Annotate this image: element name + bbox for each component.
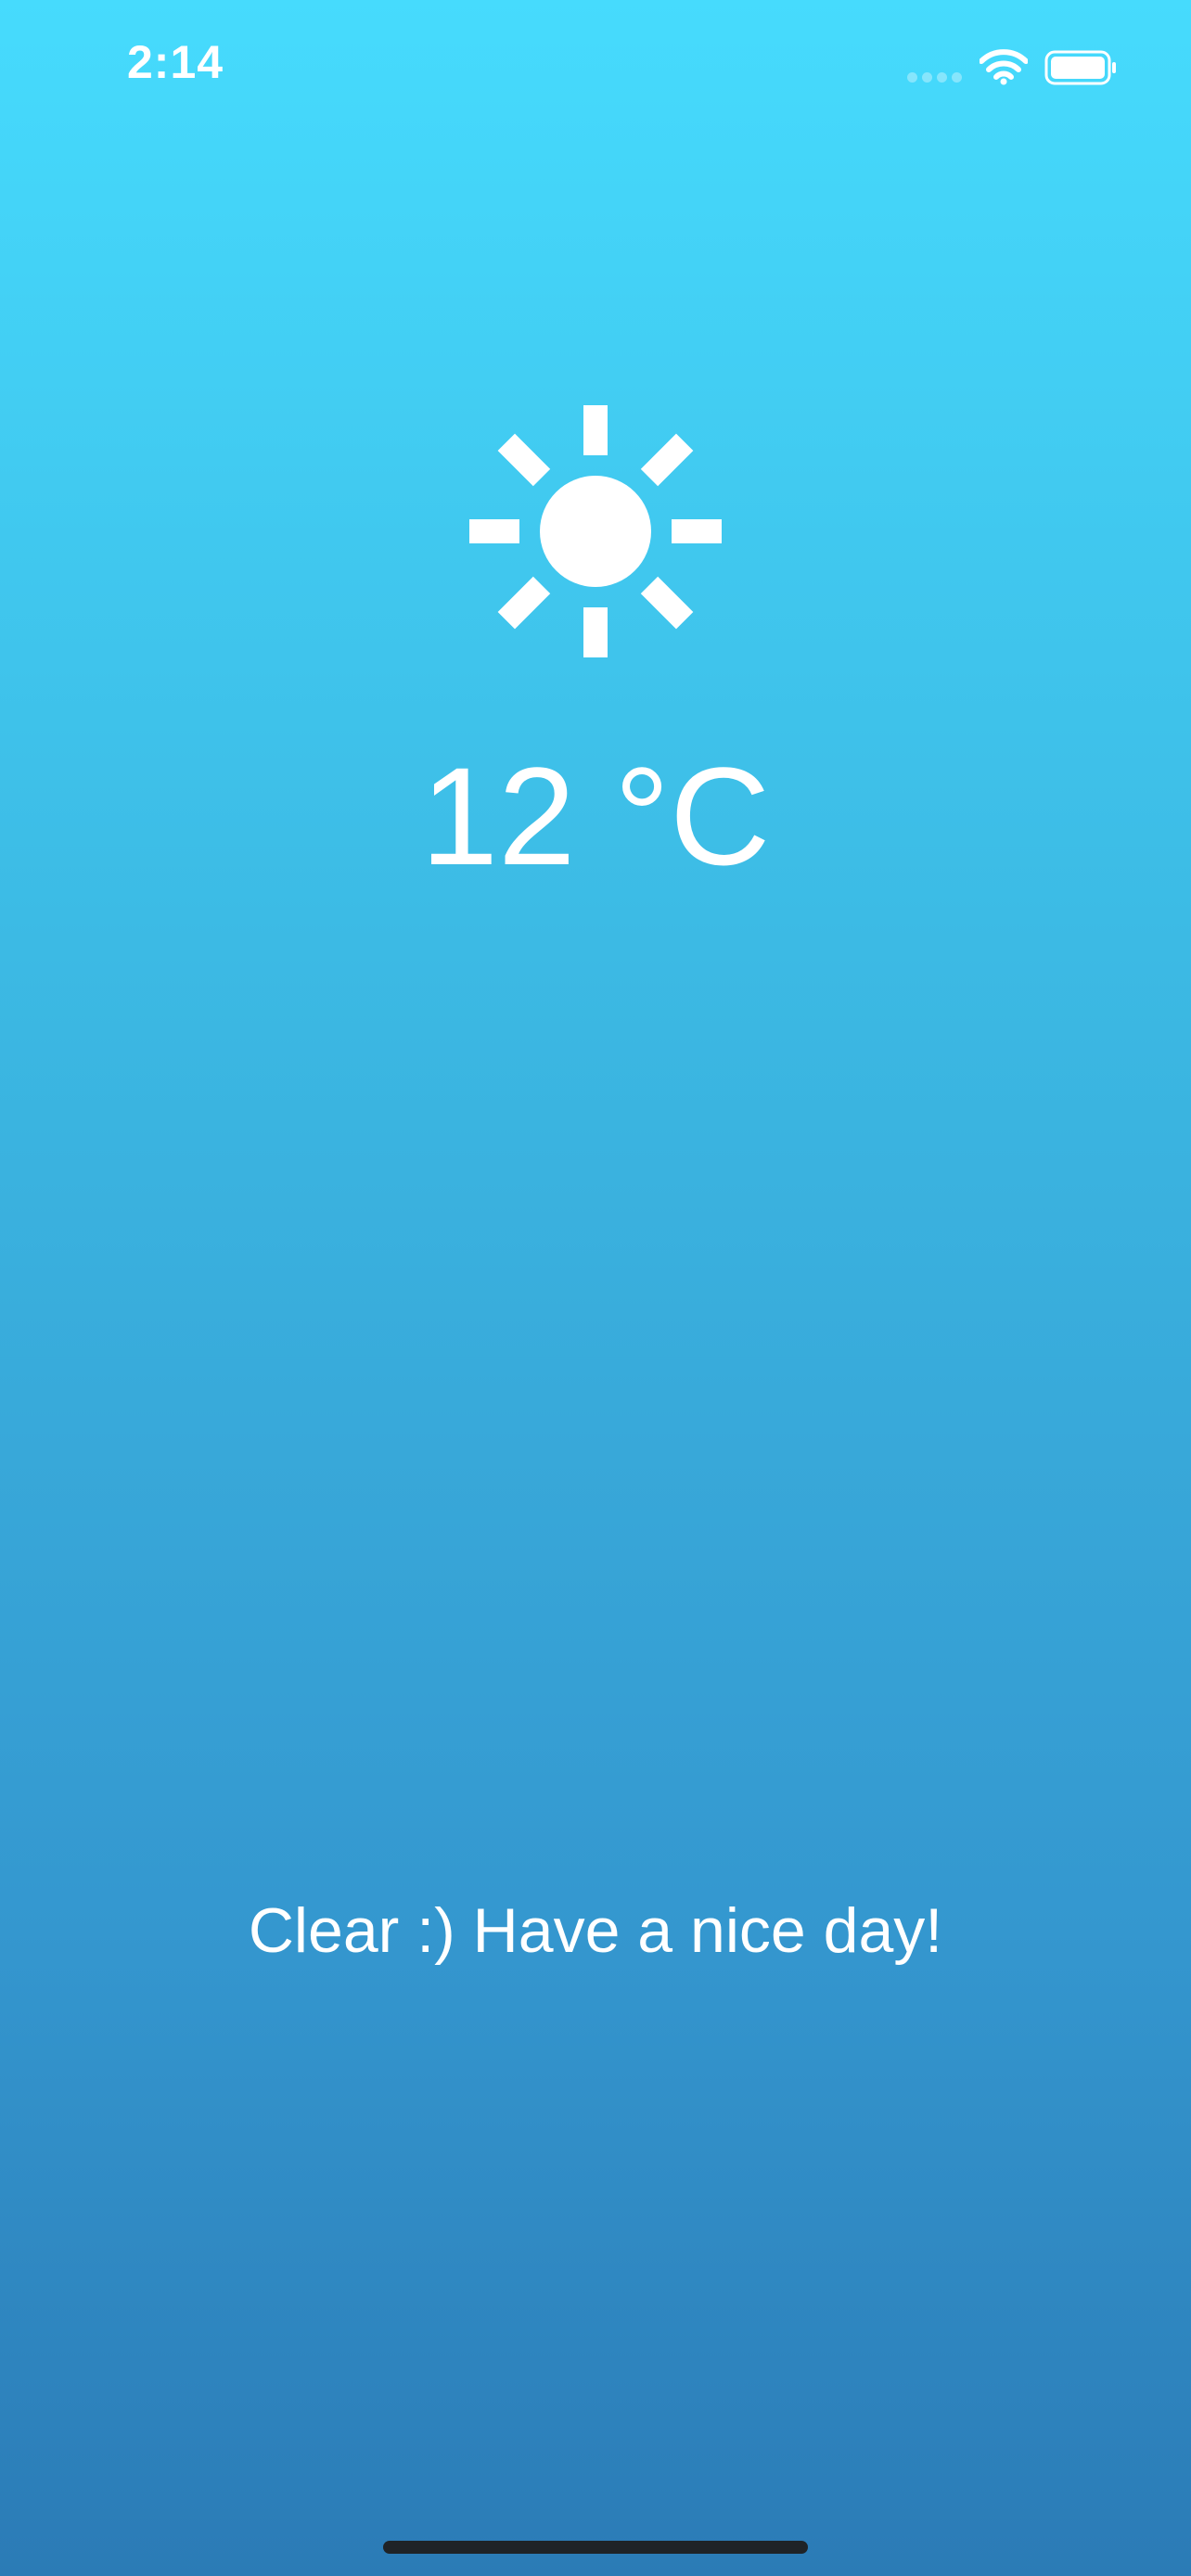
wifi-icon xyxy=(980,49,1028,85)
temperature-label: 12 °C xyxy=(420,738,771,894)
weather-message: Clear :) Have a nice day! xyxy=(248,1895,943,1966)
status-time: 2:14 xyxy=(127,36,224,88)
weather-screen: 2:14 12 °C Clear:) Have a nice day! xyxy=(0,0,1191,2576)
status-bar: 2:14 xyxy=(0,0,1191,130)
sun-icon xyxy=(469,405,722,657)
cellular-signal-icon xyxy=(907,72,965,83)
home-indicator[interactable] xyxy=(383,2541,808,2554)
battery-icon xyxy=(1044,50,1116,85)
